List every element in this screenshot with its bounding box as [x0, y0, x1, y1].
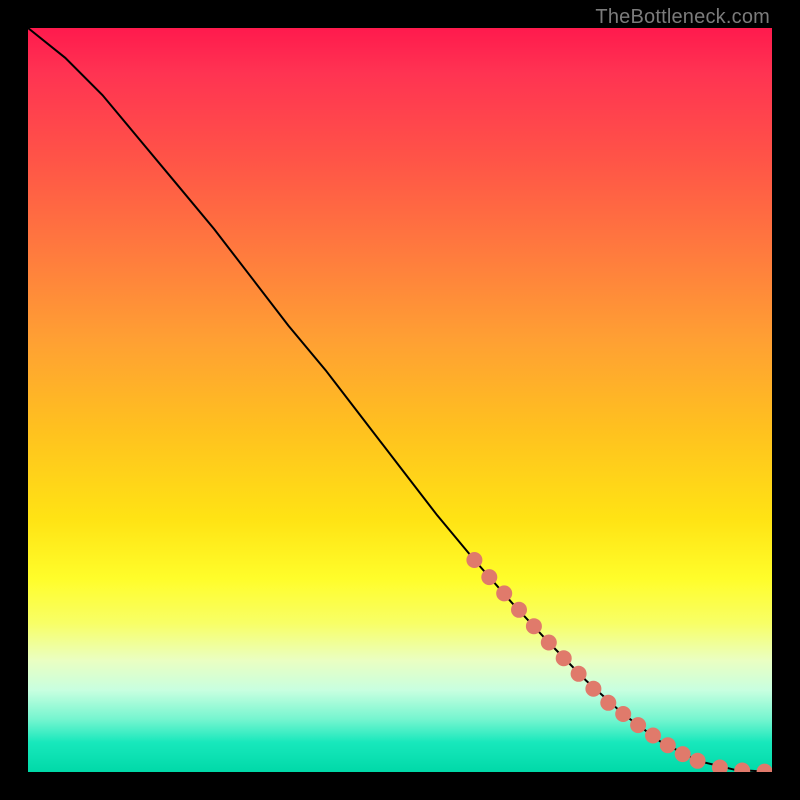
data-point	[630, 717, 646, 733]
data-point	[571, 666, 587, 682]
data-point	[496, 585, 512, 601]
data-point	[757, 764, 772, 772]
data-point	[734, 763, 750, 773]
point-series	[466, 552, 772, 772]
data-point	[675, 746, 691, 762]
data-point	[660, 737, 676, 753]
data-point	[600, 695, 616, 711]
data-point	[615, 706, 631, 722]
data-point	[556, 650, 572, 666]
chart-frame: TheBottleneck.com	[0, 0, 800, 800]
chart-svg	[28, 28, 772, 772]
data-point	[712, 760, 728, 773]
data-point	[585, 681, 601, 697]
data-point	[690, 753, 706, 769]
data-point	[526, 618, 542, 634]
data-point	[466, 552, 482, 568]
watermark-text: TheBottleneck.com	[595, 6, 770, 29]
line-series	[28, 28, 772, 772]
data-point	[541, 635, 557, 651]
plot-area	[28, 28, 772, 772]
data-point	[511, 602, 527, 618]
data-point	[481, 569, 497, 585]
data-point	[645, 728, 661, 744]
